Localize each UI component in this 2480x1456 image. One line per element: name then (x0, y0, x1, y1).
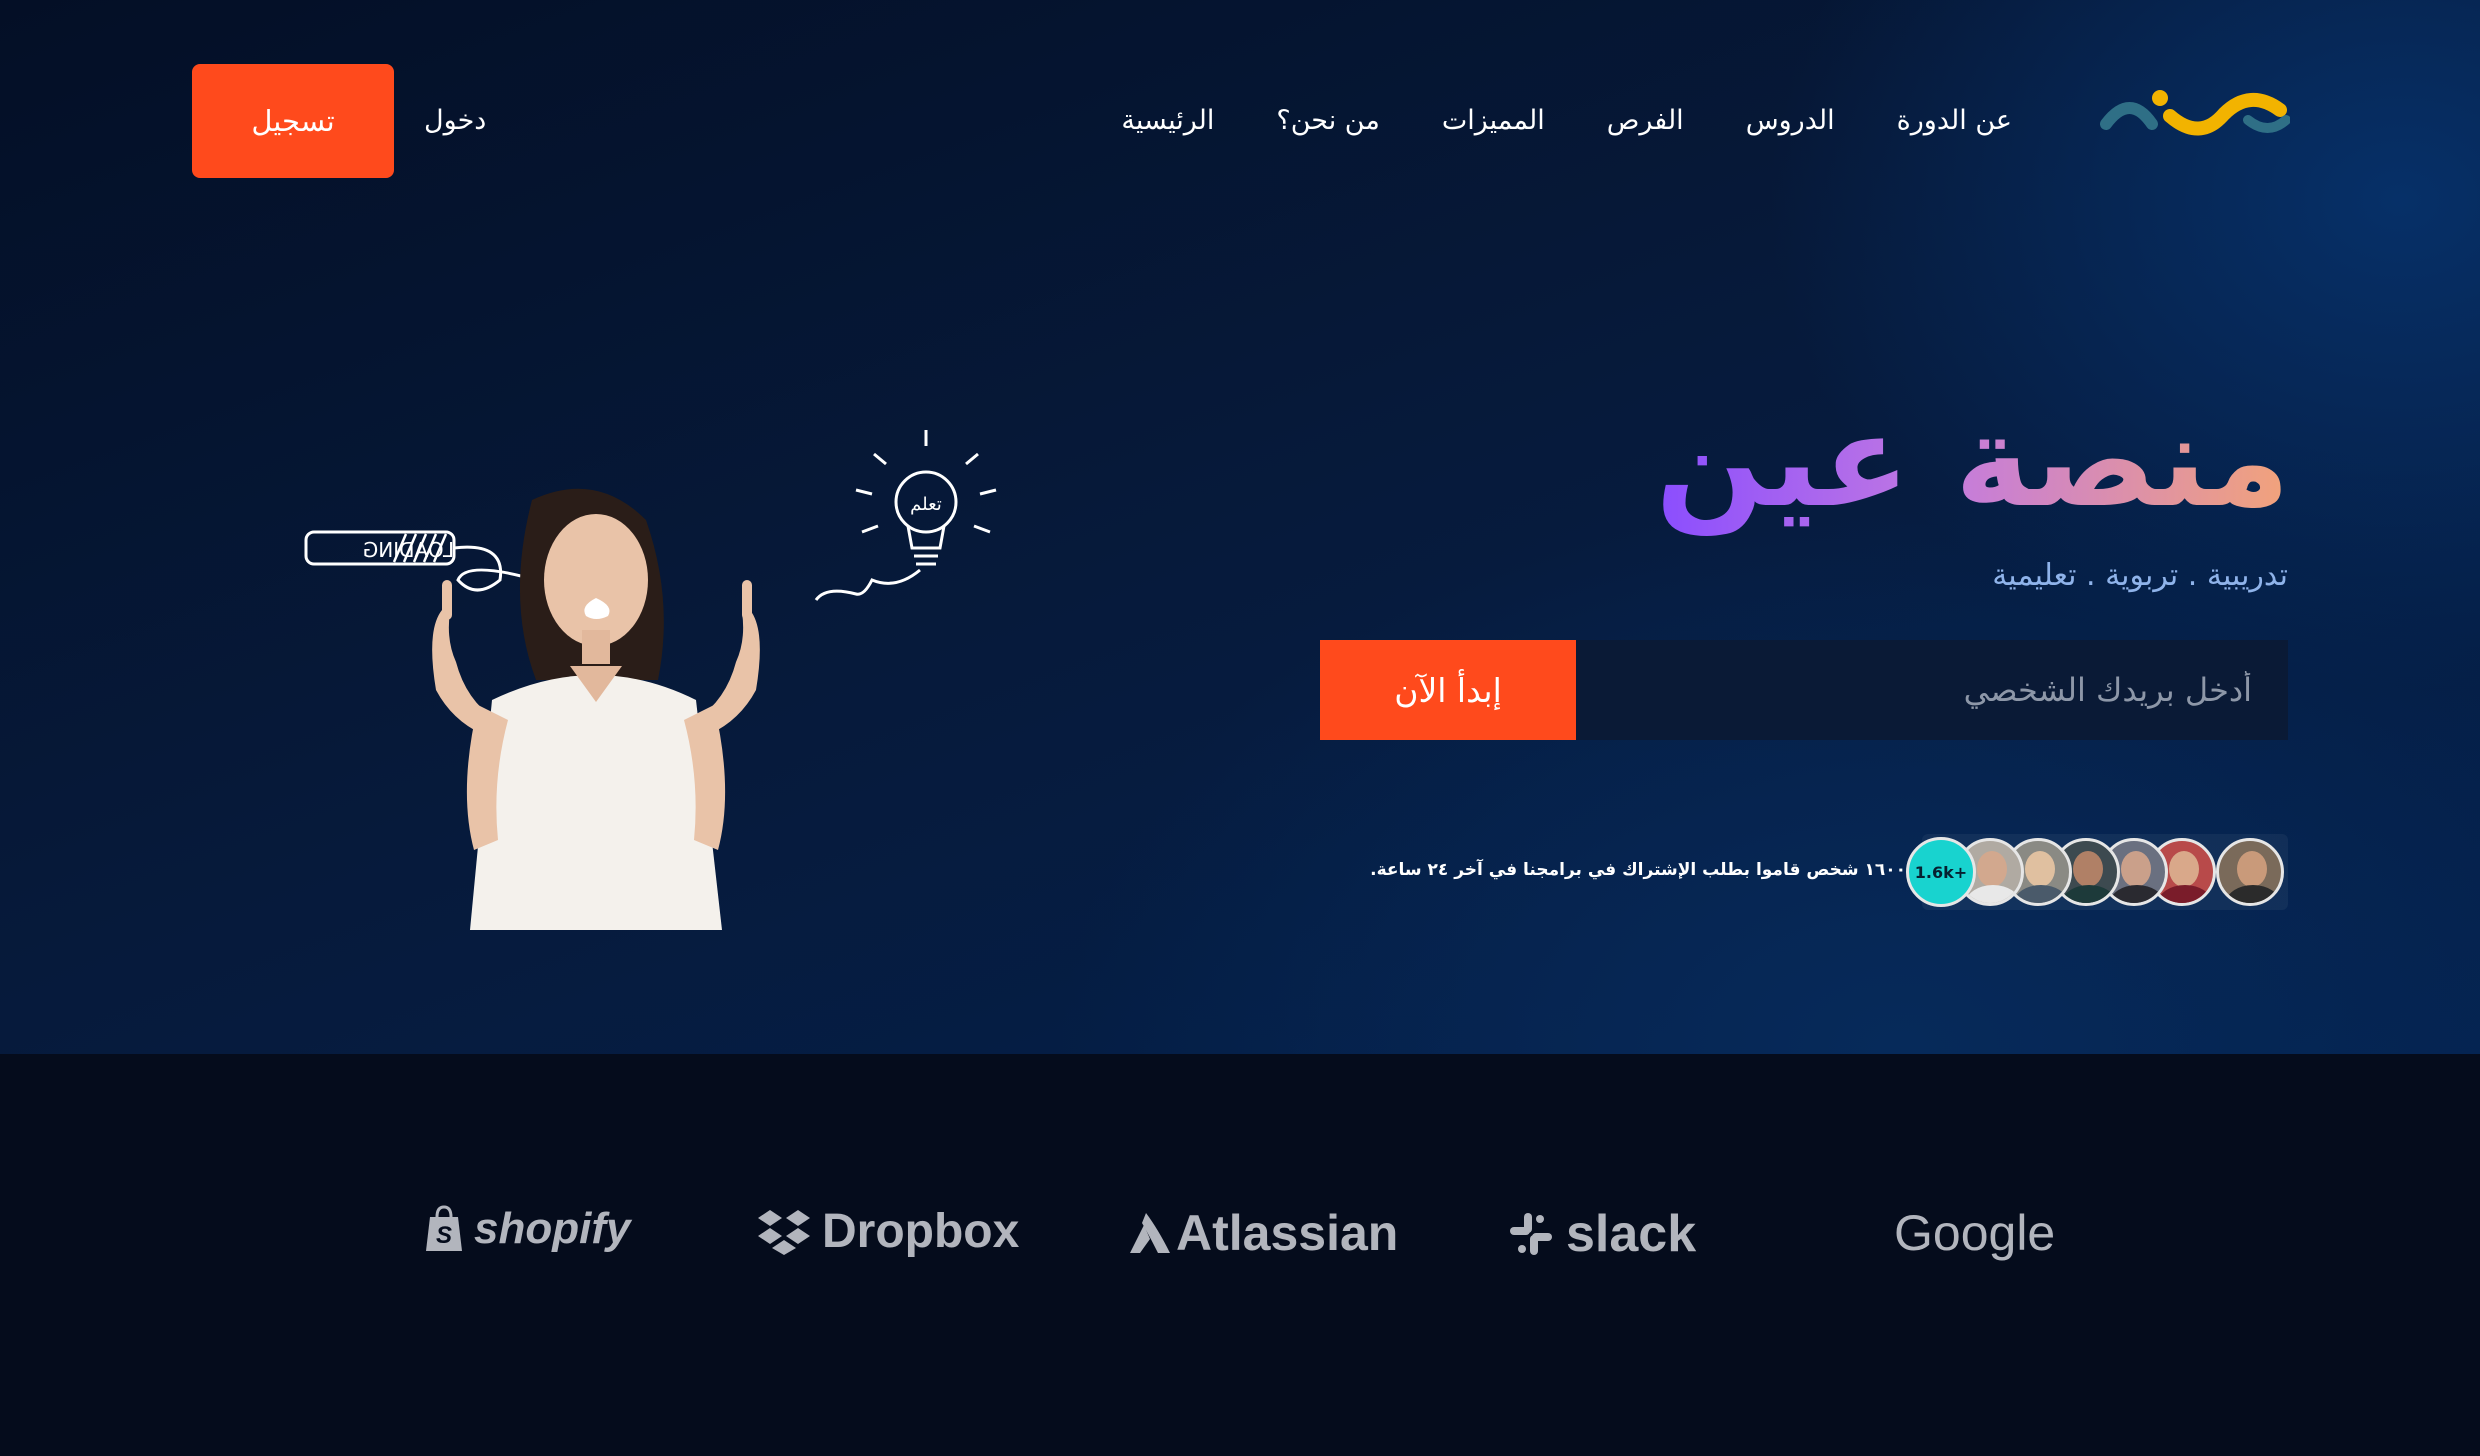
nav-item-about-course[interactable]: عن الدورة (1897, 96, 2012, 146)
social-proof-text: ١٦٠٠ شخص قاموا بطلب الإشتراك في برامجنا … (1370, 860, 1906, 880)
bulb-text: تعلم (910, 494, 942, 515)
hero-section: الرئيسية من نحن؟ المميزات الفرص الدروس ع… (0, 0, 2480, 1054)
student-figure (432, 488, 760, 930)
brand-logo[interactable] (2100, 84, 2290, 144)
loading-text: LOADING (363, 538, 454, 562)
nav-item-opportunities[interactable]: الفرص (1607, 96, 1684, 146)
partner-logo-dropbox: Dropbox (756, 1204, 1019, 1259)
partner-logo-slack: slack (1506, 1204, 1696, 1264)
hero-subtitle: تدريبية . تربوية . تعليمية (1992, 558, 2288, 593)
nav-item-home[interactable]: الرئيسية (1121, 96, 1214, 146)
hero-title: منصة عين (1655, 372, 2290, 552)
subscriber-count-badge: 1.6k+ (1906, 837, 1976, 907)
signup-button[interactable]: تسجيل (192, 64, 394, 178)
svg-text:S: S (436, 1222, 452, 1249)
shopify-bag-icon: S (426, 1205, 462, 1251)
nav-item-about[interactable]: من نحن؟ (1276, 96, 1379, 146)
nav-item-features[interactable]: المميزات (1442, 96, 1545, 146)
avatar (2216, 838, 2284, 906)
partner-name: slack (1566, 1205, 1697, 1263)
nav-item-lessons[interactable]: الدروس (1746, 96, 1835, 146)
slack-icon (1510, 1213, 1552, 1255)
avatar-group: 1.6k+ (1906, 834, 2288, 910)
hero-illustration: LOADING تعلم (304, 430, 997, 930)
partner-name: shopify (474, 1204, 631, 1253)
lightbulb-icon (814, 430, 997, 601)
start-now-button[interactable]: إبدأ الآن (1320, 640, 1576, 740)
dropbox-icon (758, 1209, 810, 1255)
email-signup-form: إبدأ الآن (1320, 640, 2288, 740)
login-link[interactable]: دخول (424, 96, 486, 146)
partner-logo-google: Google (1894, 1204, 2055, 1262)
atlassian-icon (1130, 1213, 1170, 1253)
partners-strip: S shopify Dropbox Atlassian slack Google (0, 1054, 2480, 1456)
partner-name: Atlassian (1176, 1205, 1399, 1261)
partner-name: Google (1894, 1205, 2056, 1261)
partner-logo-atlassian: Atlassian (1126, 1204, 1398, 1262)
partner-logo-shopify: S shopify (424, 1204, 630, 1254)
partner-name: Dropbox (822, 1205, 1020, 1258)
email-input[interactable] (1576, 640, 2288, 740)
main-nav: الرئيسية من نحن؟ المميزات الفرص الدروس ع… (1121, 96, 2012, 146)
